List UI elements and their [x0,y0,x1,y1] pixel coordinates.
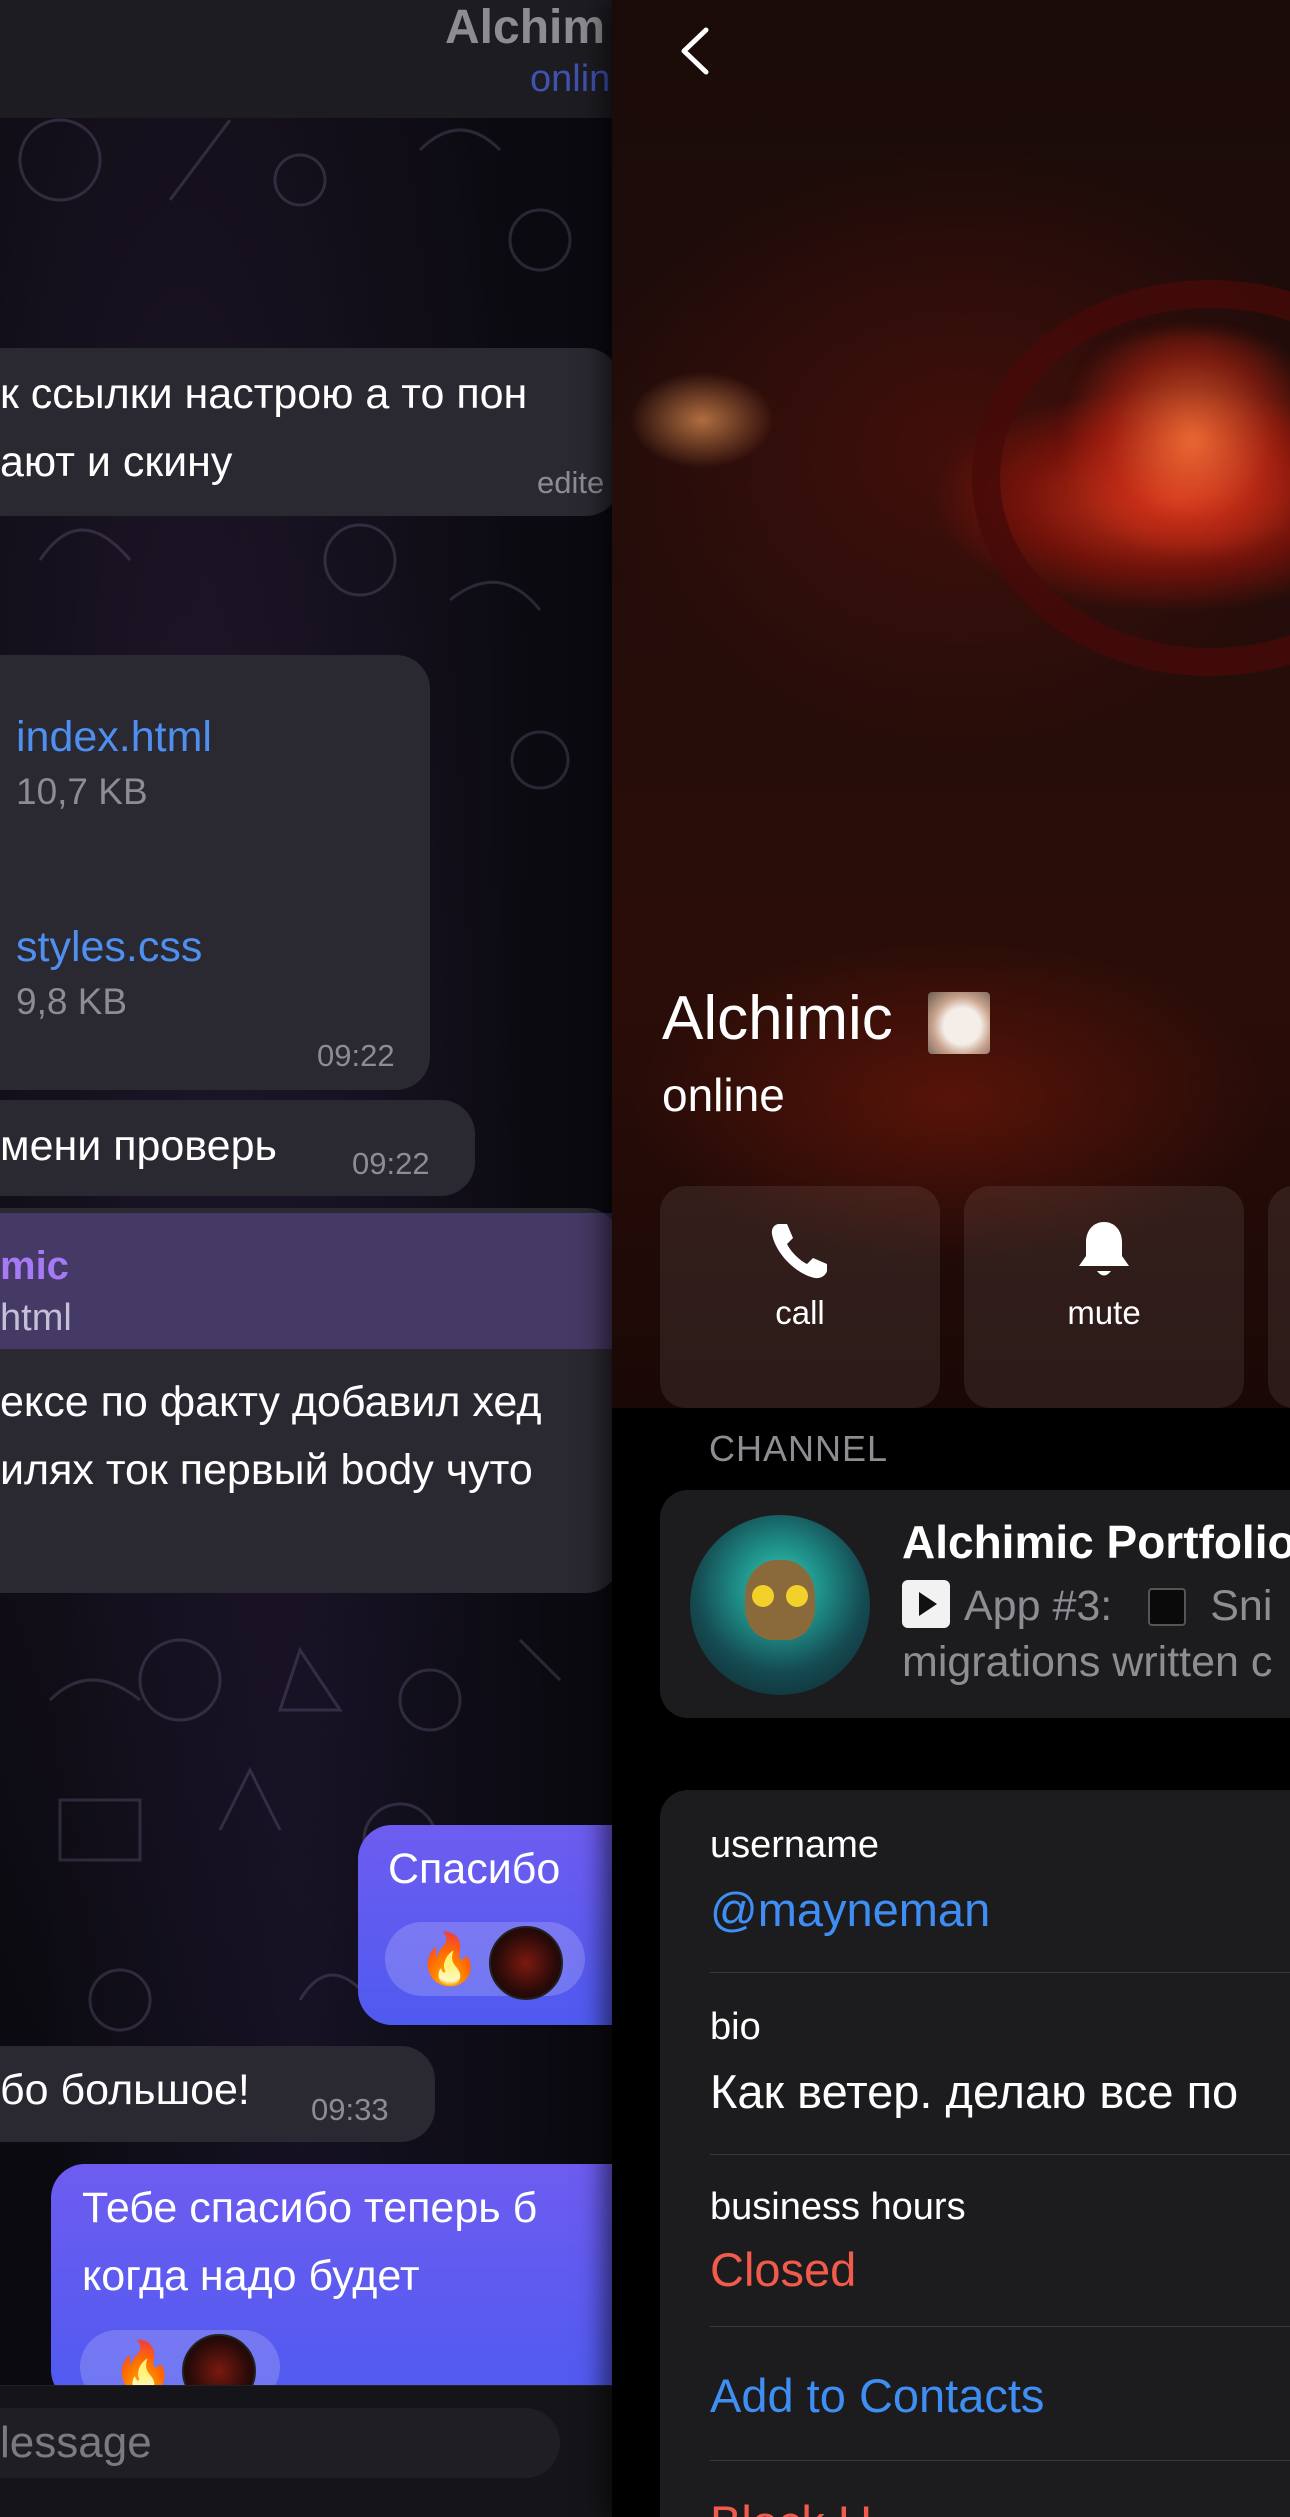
business-hours-label: business hours [710,2186,966,2228]
message-text: илях ток первый body чуто [0,1446,533,1494]
message-input-placeholder: lessage [0,2418,152,2467]
message-edited-label: edite [537,465,605,500]
username-label: username [710,1824,879,1866]
play-button-emoji-icon [902,1580,950,1628]
bio-value[interactable]: Как ветер. делаю все по [710,2064,1238,2119]
cat-emoji-status-icon[interactable] [928,992,990,1054]
message-text: Спасибо [388,1845,561,1893]
reactor-avatar [489,1926,563,2000]
more-action-button[interactable] [1268,1186,1290,1408]
file-name-link[interactable]: styles.css [16,923,202,972]
back-chevron-icon[interactable] [672,26,722,76]
reply-snippet: html [0,1297,72,1339]
chat-status: onlin [530,58,611,100]
mute-label: mute [1067,1294,1141,1331]
bell-icon [1079,1222,1129,1276]
message-composer: lessage [0,2385,612,2517]
info-card: username @mayneman bio Как ветер. делаю … [660,1790,1290,2517]
chat-pane: Alchim onlin к ссылки настрою а то пон а… [0,0,612,2517]
call-label: call [775,1294,825,1331]
profile-name: Alchimic [662,984,893,1053]
avatar-eye [752,1585,774,1607]
row-divider [710,2326,1290,2327]
channel-title: Alchimic Portfolio [902,1516,1290,1568]
stop-button-emoji-icon [1148,1588,1187,1626]
mute-button[interactable]: mute [964,1186,1244,1408]
channel-section-label: CHANNEL [709,1428,889,1469]
add-to-contacts-button[interactable]: Add to Contacts [710,2368,1044,2423]
file-size: 9,8 KB [16,981,128,1022]
message-text: бо большое! [0,2066,250,2114]
row-divider [710,2154,1290,2155]
row-divider [710,1972,1290,1973]
bio-label: bio [710,2006,761,2048]
personal-channel-card[interactable]: Alchimic Portfolio App #3: Sni migrations… [660,1490,1290,1718]
profile-status: online [662,1069,785,1121]
avatar-eye [786,1585,808,1607]
file-name-link[interactable]: index.html [16,713,212,762]
call-button[interactable]: call [660,1186,940,1408]
reply-author: mic [0,1244,69,1288]
message-text: к ссылки настрою а то пон [0,370,528,418]
channel-preview-line: migrations written c [902,1638,1273,1686]
chat-header: Alchim onlin [0,0,612,118]
message-text: ают и скину [0,438,233,486]
file-size: 10,7 KB [16,771,148,812]
message-text: ексе по факту добавил хед [0,1378,542,1426]
message-text: Тебе спасибо теперь б [82,2184,538,2232]
block-user-button[interactable]: Block U [710,2495,872,2517]
channel-preview-line: App #3: Sni [902,1580,1272,1631]
message-text: мени проверь [0,1122,277,1170]
username-value[interactable]: @mayneman [710,1882,990,1937]
message-time: 09:22 [352,1146,430,1181]
row-divider [710,2460,1290,2461]
phone-icon [771,1224,827,1279]
profile-pane: Alchimic online call mute CHANNEL Alchim… [612,0,1290,2517]
message-time: 09:22 [317,1038,395,1073]
fire-reaction-icon: 🔥 [418,1931,481,1987]
channel-avatar [690,1515,870,1695]
message-text: когда надо будет [82,2252,420,2300]
reply-quote[interactable] [0,1213,612,1349]
channel-preview-tail: Sni [1210,1582,1273,1630]
business-hours-value[interactable]: Closed [710,2242,856,2297]
channel-preview-text: App #3: [964,1582,1113,1630]
message-time: 09:33 [311,2092,389,2127]
chat-title[interactable]: Alchim [445,0,605,55]
